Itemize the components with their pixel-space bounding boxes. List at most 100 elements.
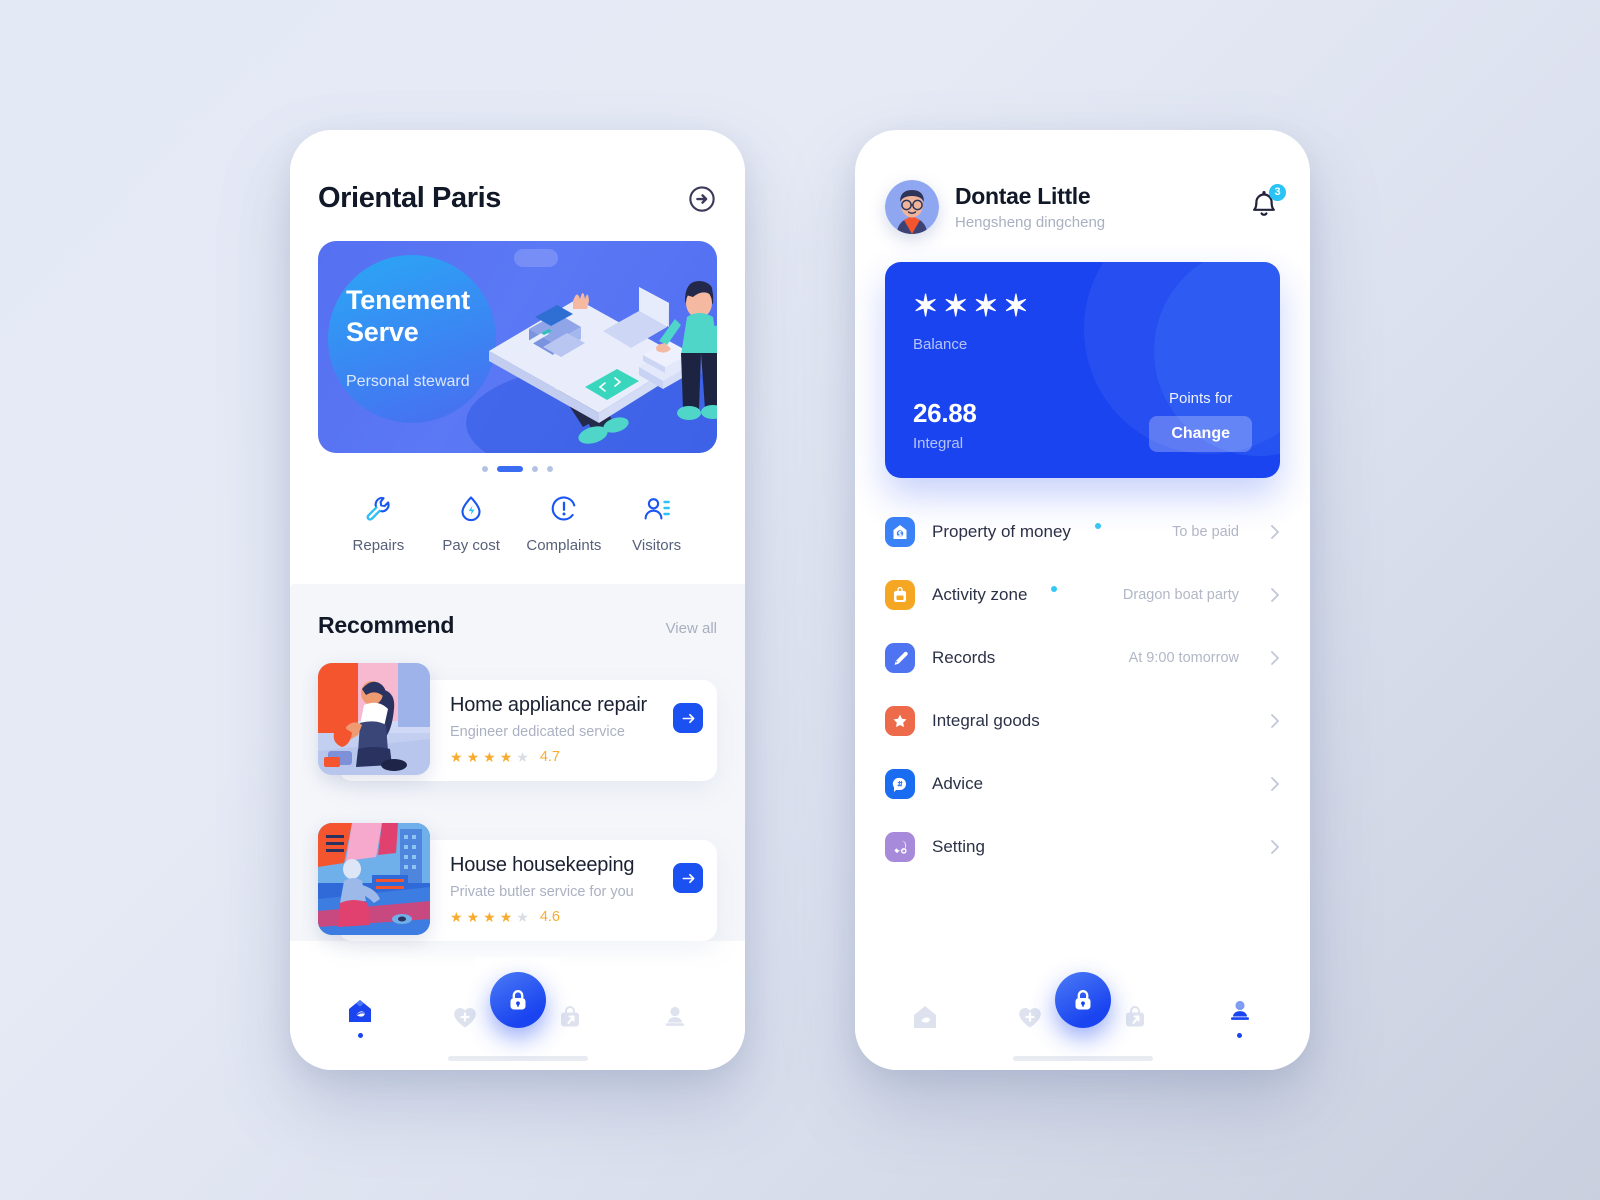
activity-bag-icon [885, 579, 915, 610]
menu-item-records[interactable]: Records At 9:00 tomorrow [885, 626, 1280, 689]
hero-heading-line1: Tenement [346, 285, 470, 315]
heart-plus-icon [454, 1007, 476, 1028]
sidebar-item-shop[interactable] [1109, 1002, 1161, 1032]
change-button[interactable]: Change [1149, 416, 1252, 452]
user-avatar [885, 180, 939, 234]
star-icon: ★ [483, 749, 496, 765]
menu-item-label: Integral goods [932, 710, 1040, 730]
menu-item-property-of-money[interactable]: Property of money To be paid [885, 500, 1280, 563]
recommend-go-button[interactable] [673, 703, 703, 733]
sidebar-item-profile[interactable] [1214, 996, 1266, 1038]
rating-row: ★ ★ ★ ★ ★ 4.7 [450, 749, 701, 765]
quick-action-label: Visitors [632, 537, 682, 554]
lock-fab-button[interactable] [1054, 972, 1111, 1028]
hero-text-block: Tenement Serve Personal steward [346, 285, 470, 391]
setting-gear-icon [885, 831, 915, 862]
menu-item-value: At 9:00 tomorrow [1128, 649, 1239, 666]
advice-chat-icon [885, 768, 915, 799]
phone-home-screen: Oriental Paris Tenement Serve Personal s… [290, 130, 745, 1070]
notification-badge: 3 [1269, 183, 1286, 201]
integral-value: 26.88 [913, 398, 977, 428]
quick-action-pay-cost[interactable]: Pay cost [425, 494, 518, 554]
quick-action-repairs[interactable]: Repairs [332, 494, 425, 554]
avatar[interactable] [885, 180, 939, 234]
menu-item-dot-badge [1051, 585, 1058, 592]
lock-fab-button[interactable] [489, 972, 546, 1028]
star-icon: ★ [466, 749, 480, 765]
carousel-dot[interactable] [547, 466, 553, 472]
app-preview-stage: Oriental Paris Tenement Serve Personal s… [0, 0, 1600, 1200]
star-icon: ★ [466, 909, 480, 925]
water-drop-bolt-icon [461, 496, 481, 522]
masked-balance: ✶✶✶✶ [913, 290, 1034, 323]
sidebar-item-shop[interactable] [544, 1002, 596, 1032]
notification-bell-button[interactable]: 3 [1248, 183, 1286, 226]
star-icon-empty: ★ [516, 749, 529, 765]
home-scroll-area: Oriental Paris Tenement Serve Personal s… [290, 130, 745, 978]
balance-label: Balance [913, 336, 968, 353]
star-icon: ★ [450, 909, 463, 925]
lock-icon [510, 990, 525, 1010]
menu-item-advice[interactable]: Advice [885, 752, 1280, 815]
star-icon: ★ [499, 749, 513, 765]
menu-item-value: To be paid [1172, 523, 1239, 540]
sidebar-item-home[interactable] [334, 996, 386, 1038]
rating-score: 4.7 [539, 749, 560, 765]
chevron-right-icon [1271, 524, 1279, 539]
records-pen-icon [885, 642, 915, 673]
recommend-thumbnail [318, 823, 430, 935]
home-title-row: Oriental Paris [318, 182, 717, 215]
star-icon: ★ [499, 909, 513, 925]
menu-item-activity-zone[interactable]: Activity zone Dragon boat party [885, 563, 1280, 626]
person-stamp-icon [665, 1006, 684, 1026]
menu-item-label: Setting [932, 836, 985, 856]
hero-subtitle: Personal steward [346, 372, 470, 390]
home-leaf-icon [914, 1006, 937, 1028]
recommend-thumbnail [318, 663, 430, 775]
quick-actions-row: Repairs Pay cost Complaints Visitors [318, 472, 717, 584]
integral-block: 26.88 Integral [913, 398, 977, 452]
chevron-right-icon [1271, 713, 1279, 728]
hero-banner[interactable]: Tenement Serve Personal steward [318, 241, 717, 453]
menu-item-label: Records [932, 647, 996, 667]
user-subtitle: Hengsheng dingcheng [955, 214, 1106, 231]
hero-heading-line2: Serve [346, 316, 419, 347]
recommend-go-button[interactable] [673, 863, 703, 893]
menu-item-label: Advice [932, 773, 984, 793]
phone-profile-screen: Dontae Little Hengsheng dingcheng 3 ✶✶✶✶… [855, 130, 1310, 1070]
carousel-dot[interactable] [482, 466, 488, 472]
list-item[interactable]: Home appliance repair Engineer dedicated… [318, 663, 717, 781]
sidebar-item-health[interactable] [439, 1002, 491, 1032]
balance-bottom-row: 26.88 Integral Points for Change [913, 390, 1252, 452]
chevron-right-icon [1271, 650, 1279, 665]
shopping-bag-icon [1125, 1006, 1144, 1027]
carousel-dot-active[interactable] [497, 466, 523, 472]
menu-item-setting[interactable]: Setting [885, 815, 1280, 878]
lock-icon [1075, 990, 1090, 1010]
sidebar-item-health[interactable] [1004, 1002, 1056, 1032]
rating-score: 4.6 [539, 909, 560, 925]
view-all-link[interactable]: View all [666, 620, 717, 637]
shopping-bag-icon [560, 1006, 579, 1027]
carousel-dot[interactable] [532, 466, 538, 472]
profile-menu-list: Property of money To be paid Activity zo… [855, 500, 1310, 878]
balance-card[interactable]: ✶✶✶✶ Balance 26.88 Integral Points for C… [885, 262, 1280, 478]
arrow-right-icon [682, 873, 694, 883]
sidebar-item-profile[interactable] [649, 1002, 701, 1032]
menu-item-integral-goods[interactable]: Integral goods [885, 689, 1280, 752]
star-icon: ★ [483, 909, 496, 925]
star-icon: ★ [450, 749, 463, 765]
quick-action-complaints[interactable]: Complaints [518, 494, 611, 554]
house-money-icon [885, 516, 915, 547]
user-row: Dontae Little Hengsheng dingcheng 3 [885, 180, 1286, 234]
quick-action-visitors[interactable]: Visitors [610, 494, 703, 554]
list-item[interactable]: House housekeeping Private butler servic… [318, 823, 717, 941]
sidebar-item-home[interactable] [899, 1002, 951, 1032]
menu-item-dot-badge [1094, 522, 1101, 529]
circle-arrow-right-icon[interactable] [687, 184, 717, 214]
bottom-tab-bar [290, 952, 745, 1070]
wrench-icon [367, 497, 390, 521]
quick-action-label: Pay cost [442, 537, 500, 554]
recommend-item-desc: Engineer dedicated service [450, 724, 625, 740]
profile-header-section: Dontae Little Hengsheng dingcheng 3 ✶✶✶✶… [855, 130, 1310, 478]
